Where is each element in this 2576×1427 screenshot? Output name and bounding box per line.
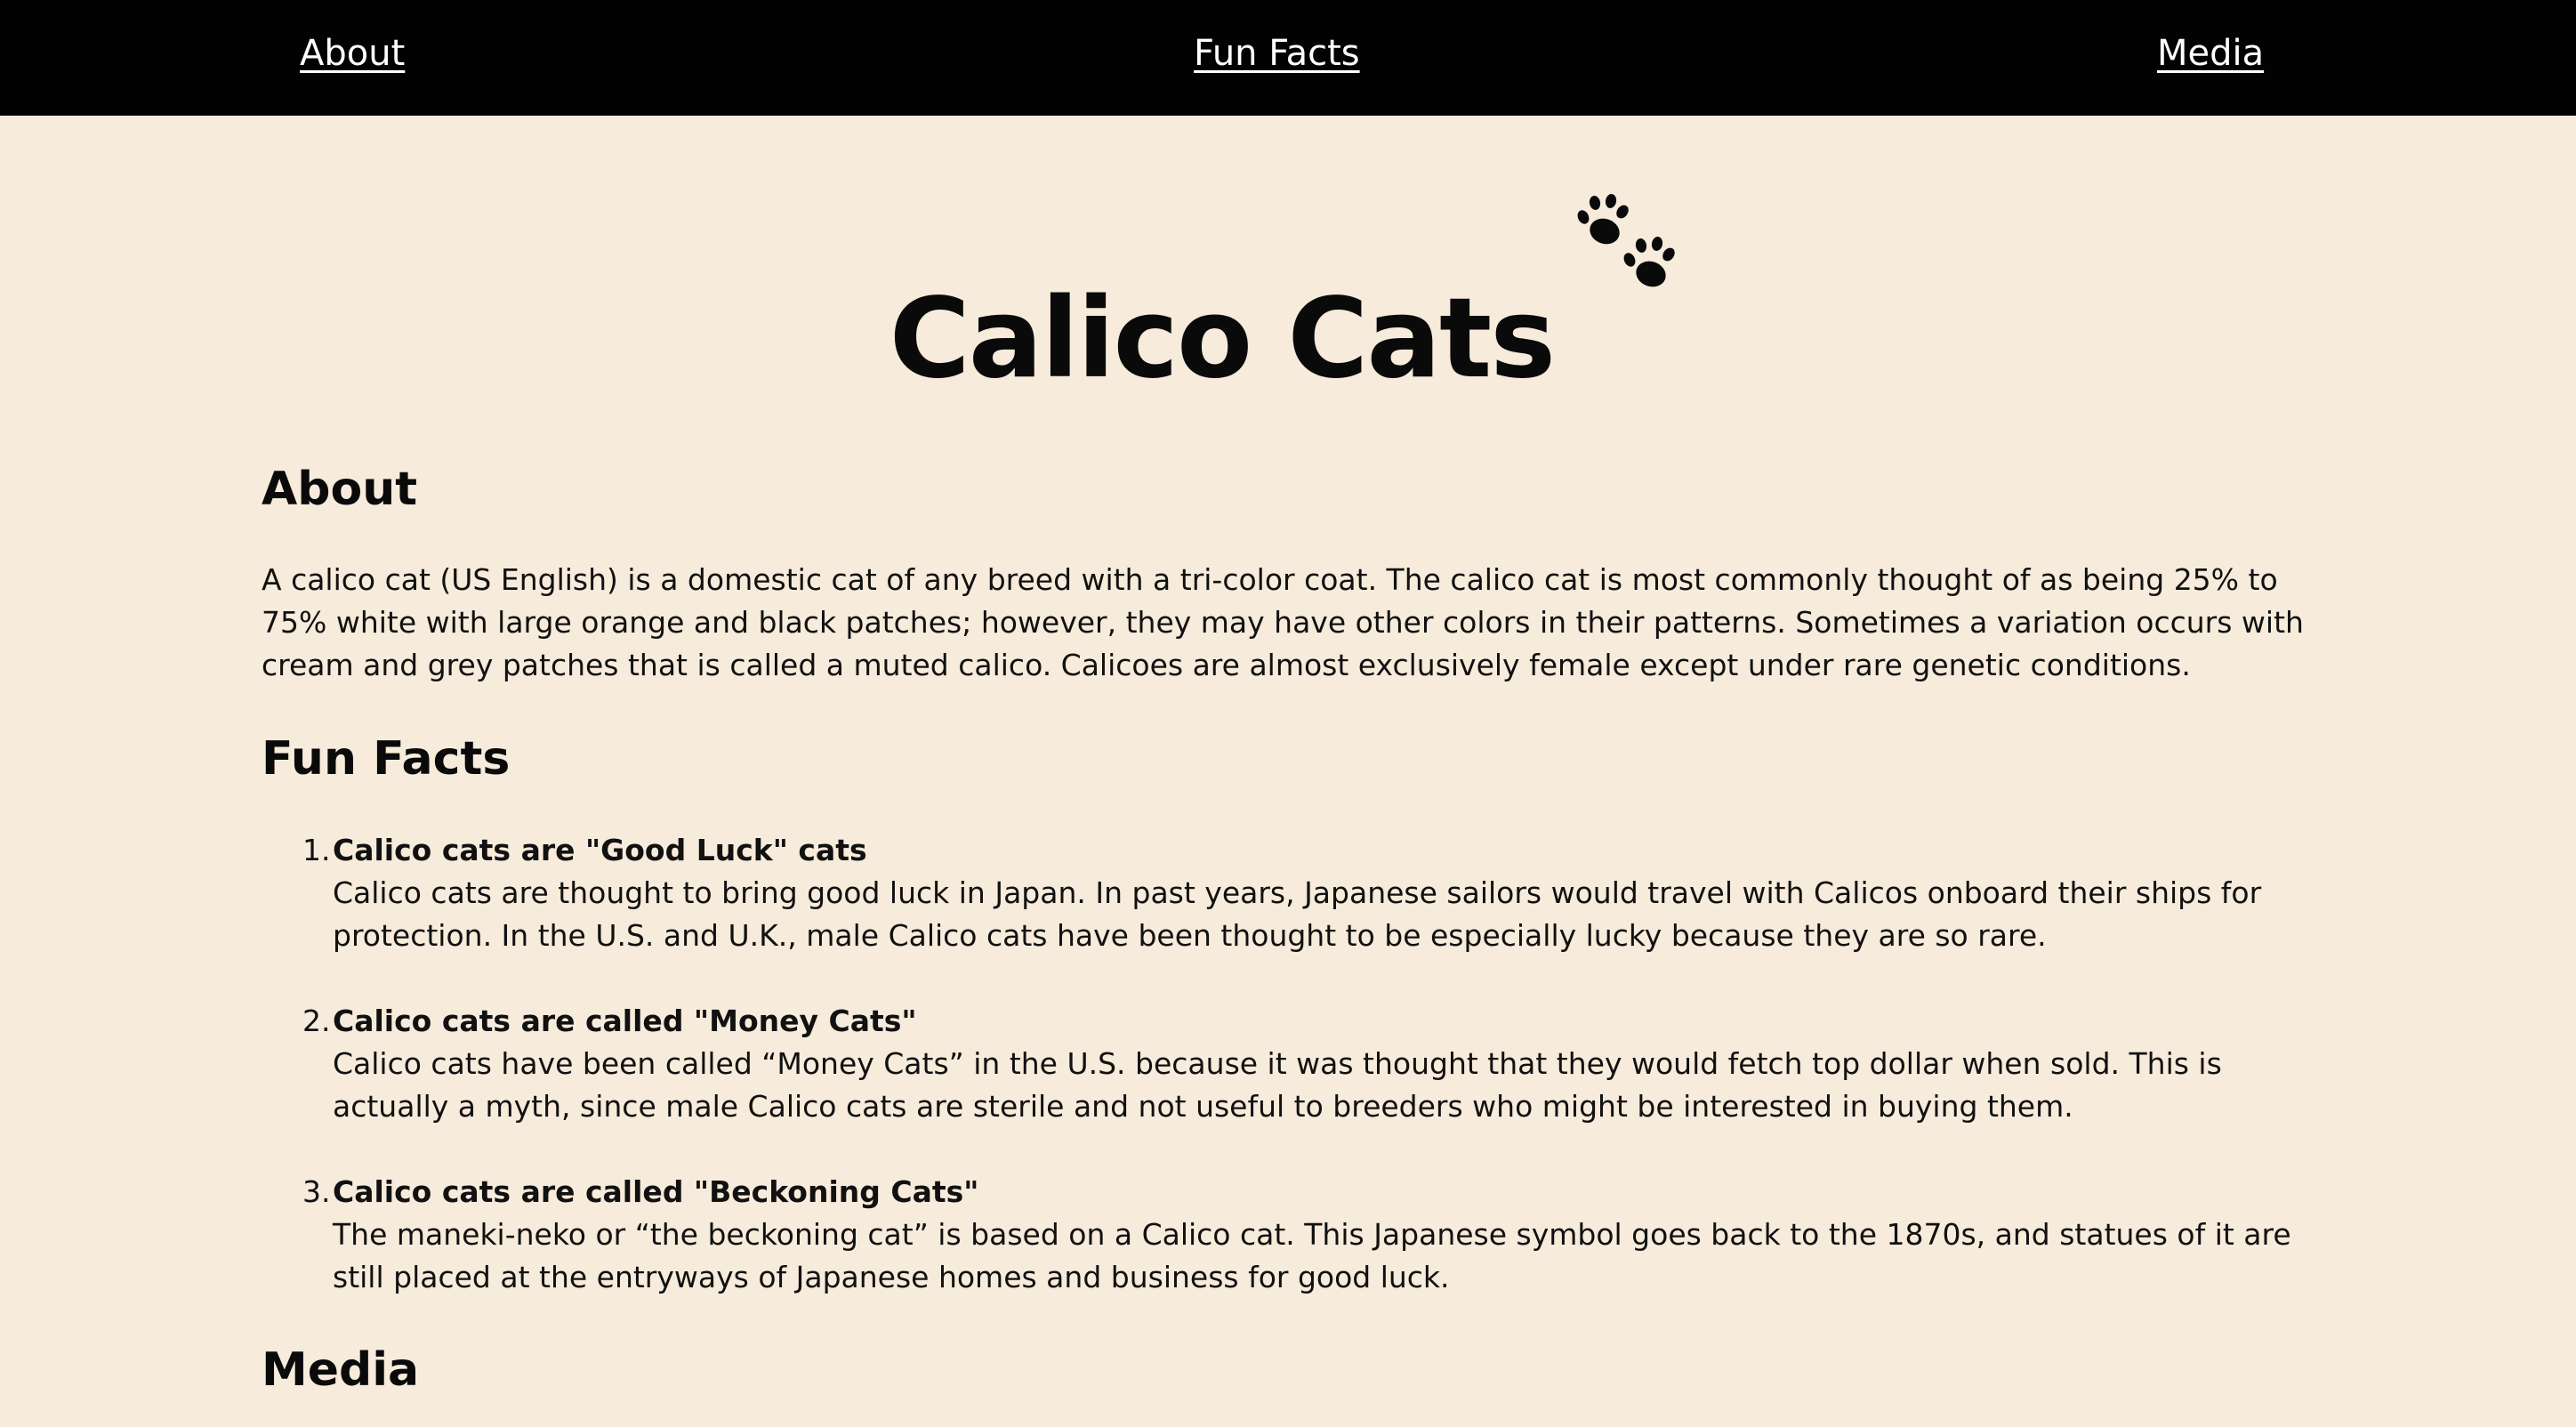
nav-link-about[interactable]: About (300, 30, 405, 77)
fact-number: 2. (302, 1004, 331, 1038)
top-navbar: About Fun Facts Media (0, 0, 2576, 116)
fact-title: Calico cats are called "Beckoning Cats" (333, 1174, 979, 1209)
nav-link-media[interactable]: Media (2157, 30, 2264, 77)
title-group: Calico Cats (890, 194, 1686, 484)
media-heading: Media (262, 1343, 420, 1397)
paw-prints-icon (1577, 194, 1675, 287)
page-header: Calico Cats (0, 194, 2576, 403)
about-heading: About (262, 463, 418, 516)
fact-body: Calico cats have been called “Money Cats… (333, 1046, 2222, 1124)
fact-item-3: 3. Calico cats are called "Beckoning Cat… (262, 1171, 2334, 1299)
fact-title: Calico cats are "Good Luck" cats (333, 833, 867, 867)
fact-title: Calico cats are called "Money Cats" (333, 1004, 917, 1038)
page-title: Calico Cats (889, 275, 1556, 404)
fact-item-1: 1. Calico cats are "Good Luck" cats Cali… (262, 829, 2334, 957)
fact-body: Calico cats are thought to bring good lu… (333, 875, 2262, 953)
fact-number: 3. (302, 1174, 331, 1209)
fun-facts-list: 1. Calico cats are "Good Luck" cats Cali… (262, 829, 2334, 1342)
fun-facts-heading: Fun Facts (262, 732, 511, 786)
fact-body: The maneki-neko or “the beckoning cat” i… (333, 1217, 2291, 1294)
fact-number: 1. (302, 833, 331, 867)
fact-item-2: 2. Calico cats are called "Money Cats" C… (262, 1000, 2334, 1128)
about-paragraph: A calico cat (US English) is a domestic … (262, 562, 2304, 682)
nav-link-fun-facts[interactable]: Fun Facts (1194, 30, 1360, 77)
